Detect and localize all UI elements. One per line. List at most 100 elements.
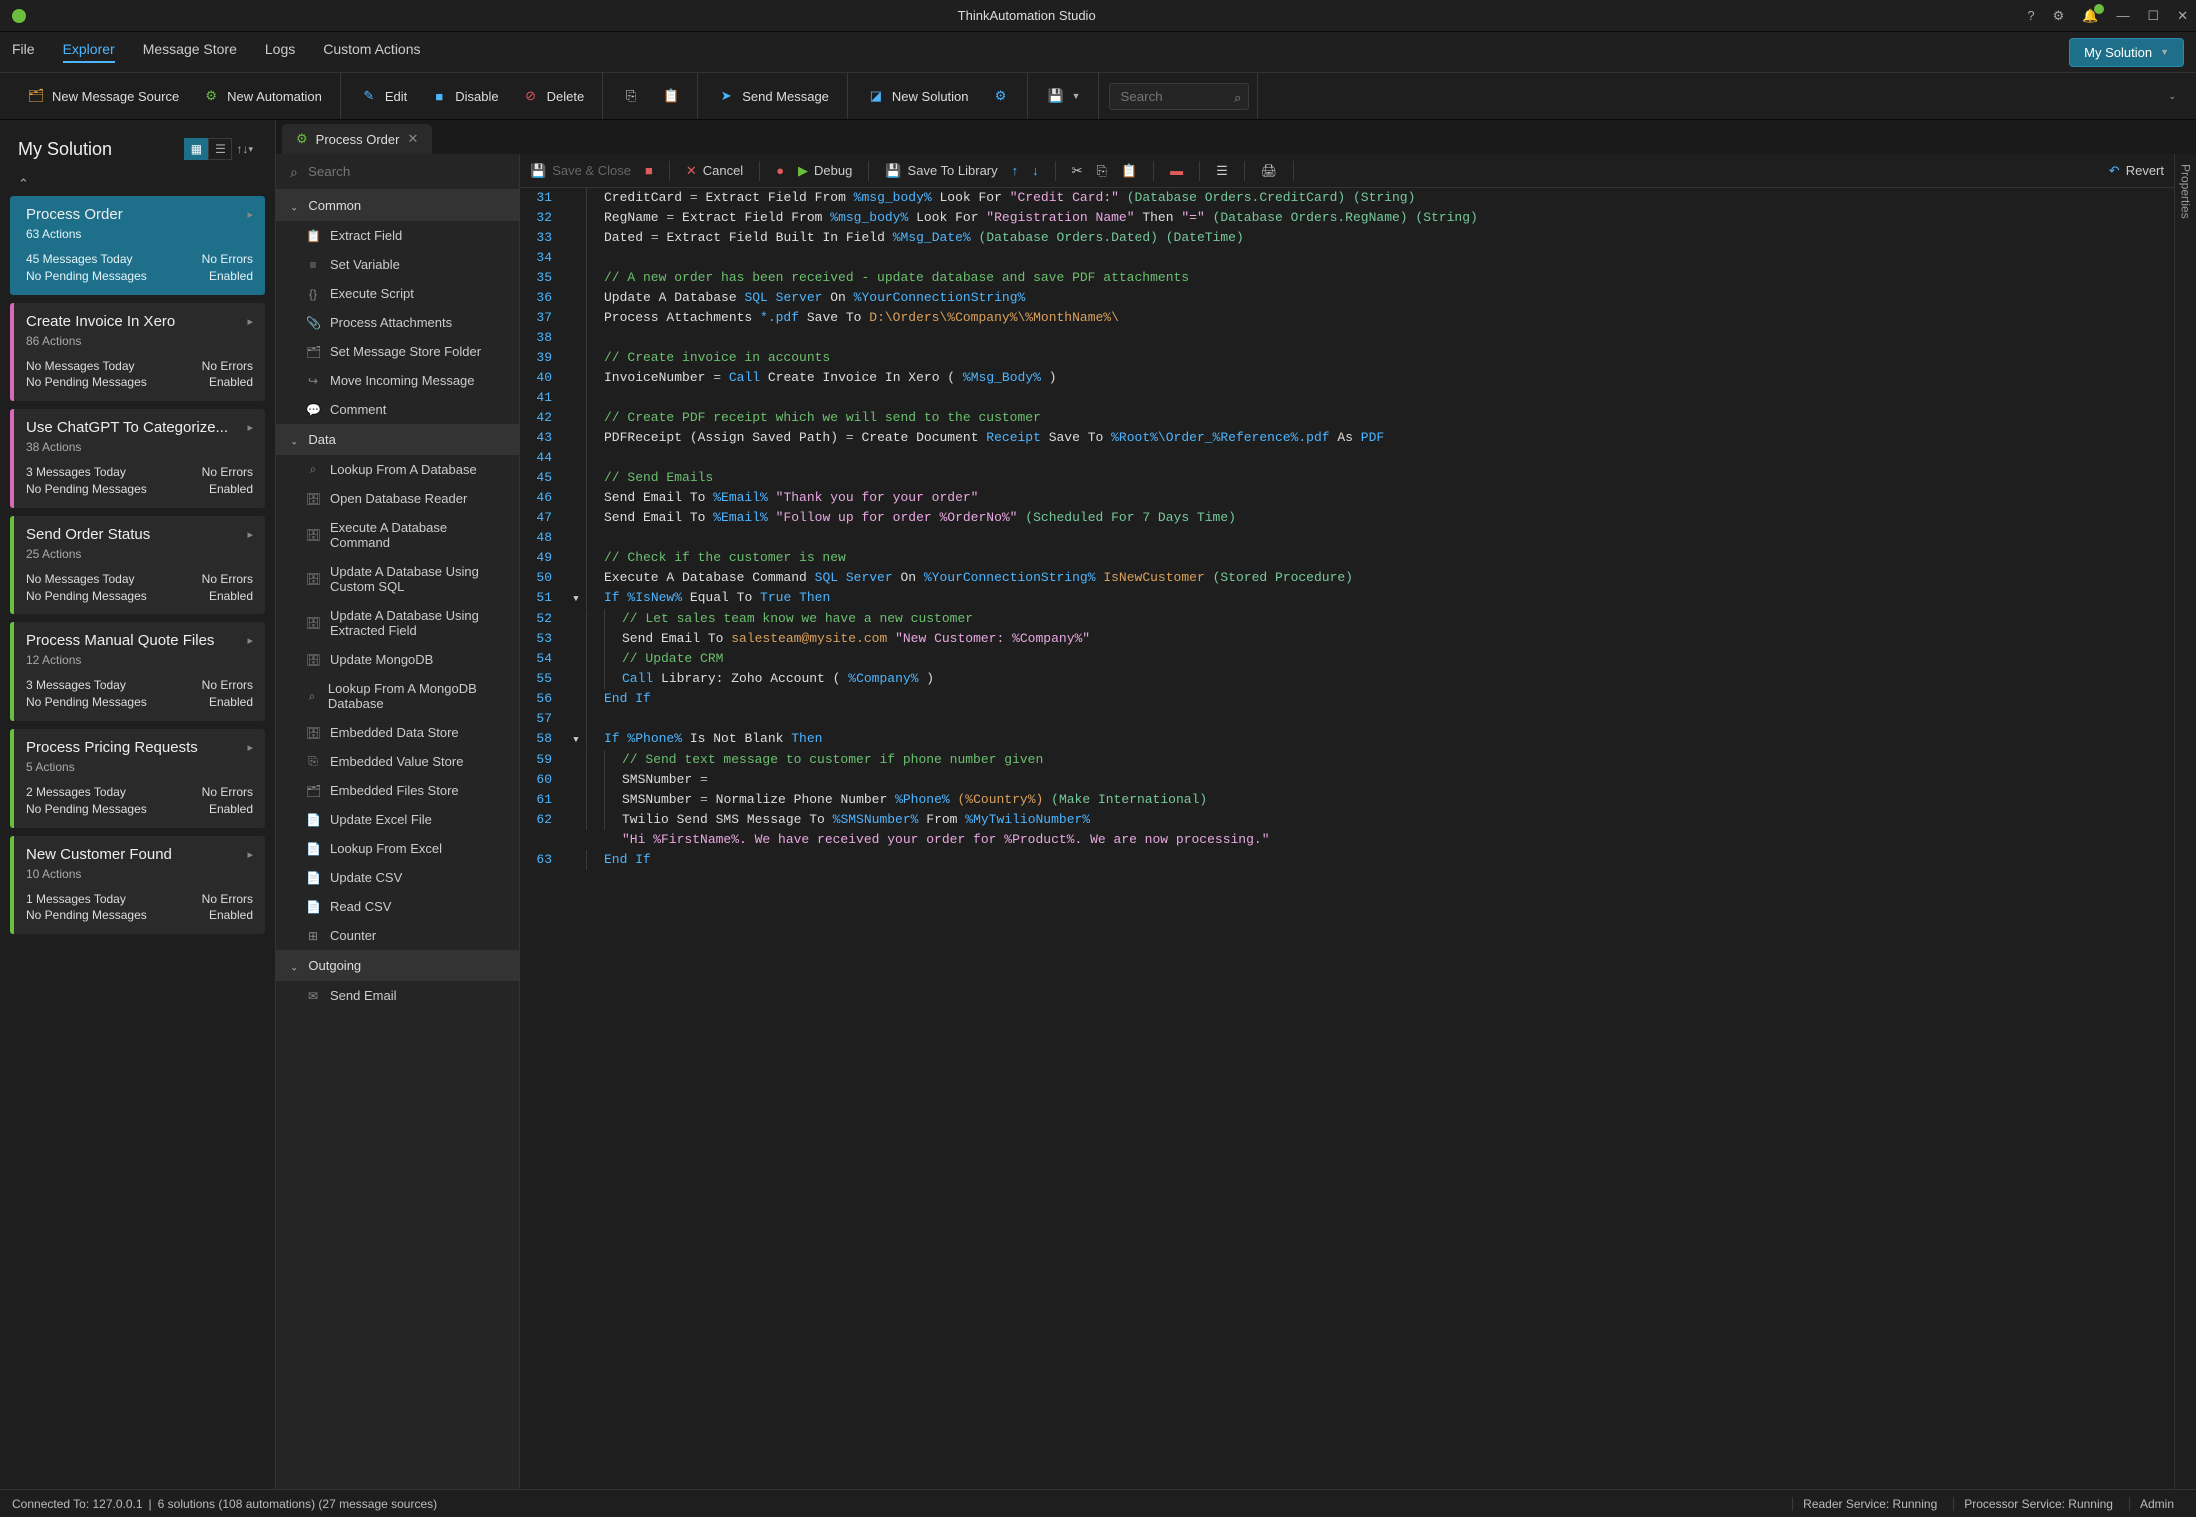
cut-button[interactable]: ✂ [1072, 163, 1083, 179]
new-message-source-button[interactable]: 🗂 New Message Source [18, 82, 189, 110]
toolbar-search-input[interactable] [1109, 83, 1249, 110]
code-line[interactable]: 53 Send Email To salesteam@mysite.com "N… [520, 629, 2174, 649]
notification-icon[interactable]: 🔔 [2082, 8, 2098, 24]
action-item[interactable]: 🗄Open Database Reader [276, 484, 519, 513]
revert-button[interactable]: ↶Revert [2109, 163, 2164, 179]
help-icon[interactable]: ? [2027, 8, 2034, 23]
action-category-data[interactable]: Data [276, 424, 519, 455]
code-line[interactable]: 58 ▼ If %Phone% Is Not Blank Then [520, 729, 2174, 750]
action-category-outgoing[interactable]: Outgoing [276, 950, 519, 981]
settings-icon[interactable]: ⚙ [2053, 8, 2065, 24]
menu-logs[interactable]: Logs [265, 41, 295, 63]
collapse-all-button[interactable]: ⌃ [8, 172, 267, 196]
code-line[interactable]: 44 [520, 448, 2174, 468]
action-item[interactable]: ↪Move Incoming Message [276, 366, 519, 395]
close-icon[interactable]: ✕ [2177, 8, 2188, 24]
code-line[interactable]: 51 ▼ If %IsNew% Equal To True Then [520, 588, 2174, 609]
code-line[interactable]: 31 CreditCard = Extract Field From %msg_… [520, 188, 2174, 208]
action-item[interactable]: 📄Read CSV [276, 892, 519, 921]
code-line[interactable]: 46 Send Email To %Email% "Thank you for … [520, 488, 2174, 508]
code-line[interactable]: 62 Twilio Send SMS Message To %SMSNumber… [520, 810, 2174, 850]
action-item[interactable]: 💬Comment [276, 395, 519, 424]
new-automation-button[interactable]: ⚙ New Automation [193, 82, 332, 110]
automation-card[interactable]: Use ChatGPT To Categorize... 38 Actions … [10, 409, 265, 508]
menu-explorer[interactable]: Explorer [63, 41, 115, 63]
copy-button[interactable]: ⎘ [1097, 163, 1107, 179]
code-line[interactable]: 47 Send Email To %Email% "Follow up for … [520, 508, 2174, 528]
action-item[interactable]: 📄Update CSV [276, 863, 519, 892]
record-button[interactable]: ● [776, 163, 784, 178]
automation-card[interactable]: Process Manual Quote Files 12 Actions 3 … [10, 622, 265, 721]
maximize-icon[interactable]: ☐ [2147, 8, 2159, 24]
action-item[interactable]: 📄Update Excel File [276, 805, 519, 834]
code-line[interactable]: 35 // A new order has been received - up… [520, 268, 2174, 288]
action-item[interactable]: 🗄Update A Database Using Extracted Field [276, 601, 519, 645]
action-item[interactable]: 🗂Embedded Files Store [276, 776, 519, 805]
action-item[interactable]: ≡Set Variable [276, 250, 519, 279]
action-item[interactable]: ⊞Counter [276, 921, 519, 950]
code-line[interactable]: 48 [520, 528, 2174, 548]
fold-gutter[interactable]: ▼ [566, 588, 586, 609]
action-search-input[interactable] [284, 160, 511, 183]
send-message-button[interactable]: ➤Send Message [708, 82, 839, 110]
automation-card[interactable]: Send Order Status 25 Actions No Messages… [10, 516, 265, 615]
menu-message-store[interactable]: Message Store [143, 41, 237, 63]
tab-close-icon[interactable]: ✕ [407, 131, 418, 147]
remove-button[interactable]: ▬ [1170, 163, 1183, 178]
format-button[interactable]: ☰ [1216, 163, 1228, 179]
action-item[interactable]: 🗂Set Message Store Folder [276, 337, 519, 366]
discard-button[interactable]: ■ [645, 163, 653, 178]
toolbar-overflow-button[interactable]: ⌄ [2158, 85, 2186, 108]
debug-button[interactable]: ▶Debug [798, 163, 852, 179]
code-line[interactable]: 59 // Send text message to customer if p… [520, 750, 2174, 770]
sort-button[interactable]: ↑↓▾ [232, 138, 257, 160]
cancel-button[interactable]: ✕Cancel [686, 163, 743, 179]
edit-button[interactable]: ✎Edit [351, 82, 417, 110]
solution-dropdown[interactable]: My Solution ▼ [2069, 38, 2184, 67]
action-item[interactable]: 📋Extract Field [276, 221, 519, 250]
code-line[interactable]: 38 [520, 328, 2174, 348]
code-line[interactable]: 50 Execute A Database Command SQL Server… [520, 568, 2174, 588]
paste-button[interactable]: 📋 [653, 82, 689, 110]
move-up-button[interactable]: ↑ [1012, 163, 1019, 178]
tab-process-order[interactable]: ⚙ Process Order ✕ [282, 124, 432, 154]
automation-card[interactable]: New Customer Found 10 Actions 1 Messages… [10, 836, 265, 935]
fold-gutter[interactable]: ▼ [566, 729, 586, 750]
action-item[interactable]: ⎘Embedded Value Store [276, 747, 519, 776]
menu-file[interactable]: File [12, 41, 35, 63]
action-item[interactable]: 📎Process Attachments [276, 308, 519, 337]
action-item[interactable]: 🗄Update MongoDB [276, 645, 519, 674]
save-dropdown[interactable]: 💾▼ [1038, 82, 1091, 110]
action-item[interactable]: ⌕Lookup From A Database [276, 455, 519, 484]
action-category-common[interactable]: Common [276, 190, 519, 221]
code-line[interactable]: 55 Call Library: Zoho Account ( %Company… [520, 669, 2174, 689]
action-item[interactable]: 🗄Embedded Data Store [276, 718, 519, 747]
solution-settings-button[interactable]: ⚙ [983, 82, 1019, 110]
action-item[interactable]: 🗄Update A Database Using Custom SQL [276, 557, 519, 601]
move-down-button[interactable]: ↓ [1032, 163, 1039, 178]
code-line[interactable]: 57 [520, 709, 2174, 729]
minimize-icon[interactable]: — [2116, 8, 2129, 23]
code-line[interactable]: 45 // Send Emails [520, 468, 2174, 488]
automation-card[interactable]: Process Pricing Requests 5 Actions 2 Mes… [10, 729, 265, 828]
copy-button[interactable]: ⎘ [613, 82, 649, 110]
code-line[interactable]: 60 SMSNumber = [520, 770, 2174, 790]
code-line[interactable]: 34 [520, 248, 2174, 268]
action-item[interactable]: ⌕Lookup From A MongoDB Database [276, 674, 519, 718]
properties-rail[interactable]: Properties [2174, 154, 2196, 1489]
code-line[interactable]: 52 // Let sales team know we have a new … [520, 609, 2174, 629]
code-line[interactable]: 56 End If [520, 689, 2174, 709]
automation-card[interactable]: Create Invoice In Xero 86 Actions No Mes… [10, 303, 265, 402]
code-line[interactable]: 36 Update A Database SQL Server On %Your… [520, 288, 2174, 308]
code-body[interactable]: 31 CreditCard = Extract Field From %msg_… [520, 188, 2174, 1489]
save-close-button[interactable]: 💾Save & Close [530, 163, 631, 179]
code-line[interactable]: 41 [520, 388, 2174, 408]
action-item[interactable]: ✉Send Email [276, 981, 519, 1010]
action-item[interactable]: {}Execute Script [276, 279, 519, 308]
code-line[interactable]: 63 End If [520, 850, 2174, 870]
code-line[interactable]: 40 InvoiceNumber = Call Create Invoice I… [520, 368, 2174, 388]
view-list-button[interactable]: ☰ [208, 138, 232, 160]
new-solution-button[interactable]: ◪New Solution [858, 82, 979, 110]
save-library-button[interactable]: 💾Save To Library [885, 163, 997, 179]
automation-card[interactable]: Process Order 63 Actions 45 Messages Tod… [10, 196, 265, 295]
